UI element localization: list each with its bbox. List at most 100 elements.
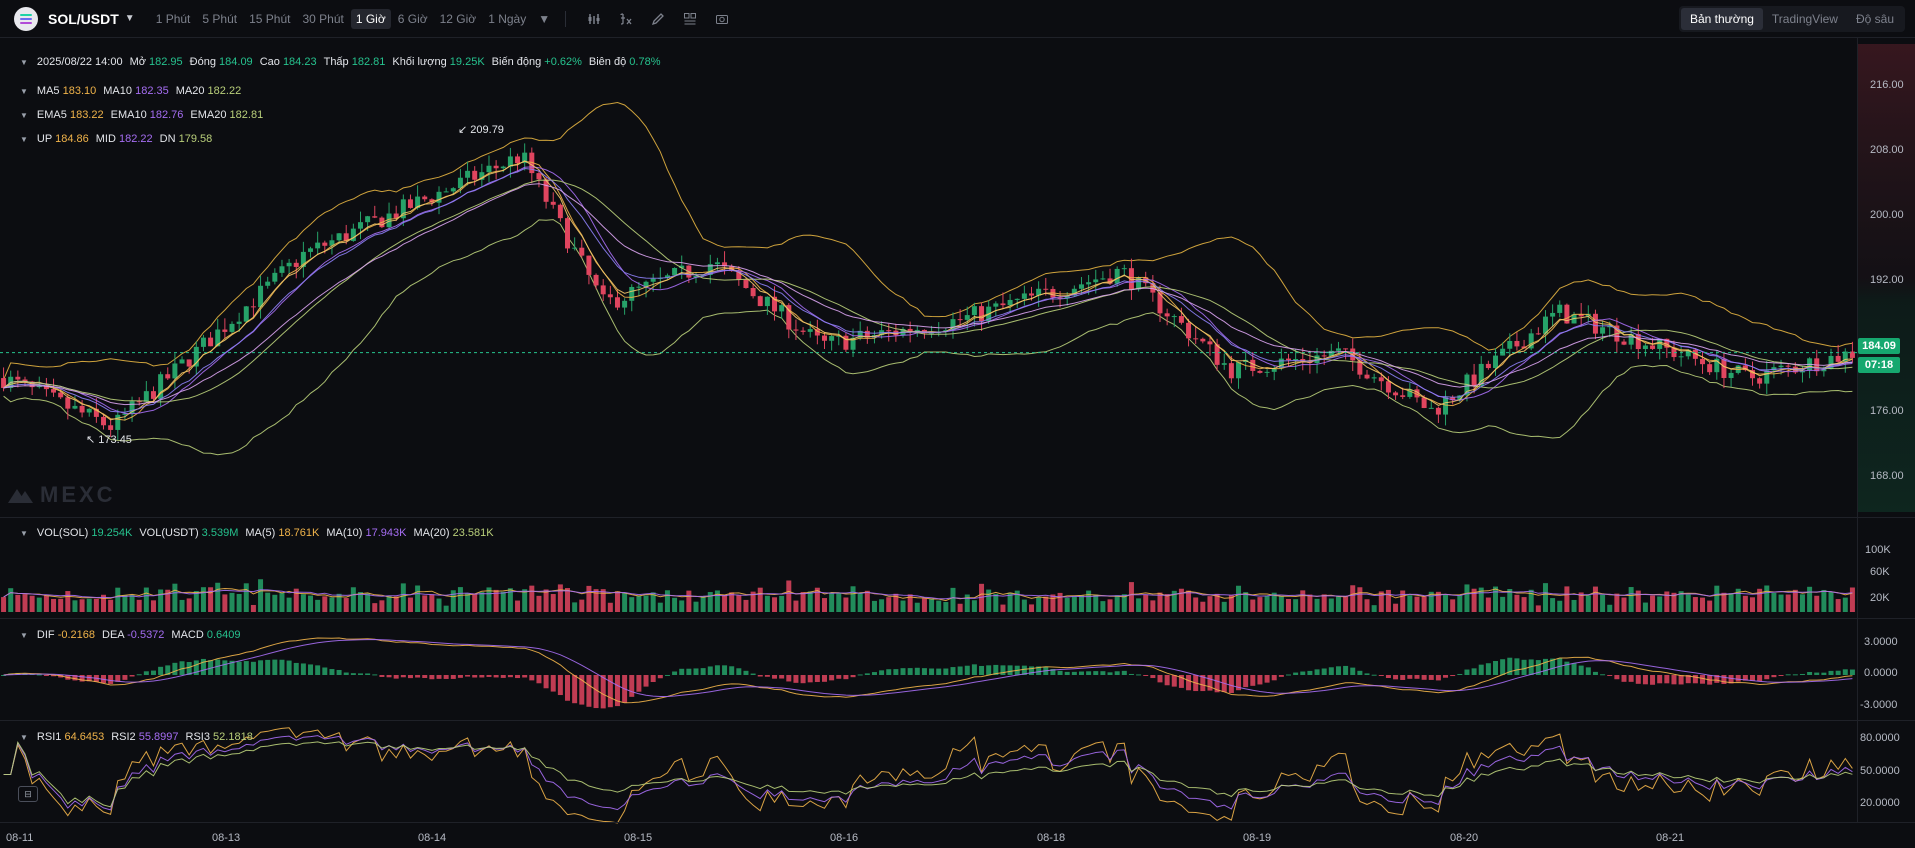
volume-bar: [1778, 594, 1784, 612]
macd-histogram-bar: [1542, 658, 1548, 675]
candle-body: [557, 204, 563, 219]
volume-bar: [1535, 605, 1541, 612]
collapse-caret-icon[interactable]: ▼: [20, 87, 28, 96]
collapse-caret-icon[interactable]: ▼: [20, 529, 28, 538]
rsi-legend[interactable]: ▼ RSI1 64.6453 RSI2 55.8997 RSI3 52.1818: [20, 731, 253, 743]
macd-histogram-bar: [1343, 665, 1349, 675]
volume-bar: [1450, 599, 1456, 612]
collapse-caret-icon[interactable]: ▼: [20, 111, 28, 120]
candle-body: [322, 242, 328, 246]
ma-legend[interactable]: ▼ MA5 183.10 MA10 182.35 MA20 182.22: [20, 85, 241, 97]
volume-bar: [250, 604, 256, 612]
macd-histogram-bar: [1086, 671, 1092, 675]
volume-legend[interactable]: ▼ VOL(SOL) 19.254K VOL(USDT) 3.539M MA(5…: [20, 527, 494, 539]
volume-bar: [686, 590, 692, 612]
candle-body: [1514, 340, 1520, 347]
volume-bar: [1278, 596, 1284, 612]
boll-legend[interactable]: ▼ UP 184.86 MID 182.22 DN 179.58: [20, 133, 212, 145]
volume-bar: [1600, 594, 1606, 612]
macd-legend[interactable]: ▼ DIF -0.2168 DEA -0.5372 MACD 0.6409: [20, 629, 241, 641]
volume-bar: [672, 597, 678, 612]
macd-histogram-bar: [764, 675, 770, 677]
macd-histogram-bar: [1671, 675, 1677, 685]
collapse-caret-icon[interactable]: ▼: [20, 58, 28, 67]
macd-histogram-bar: [1228, 675, 1234, 694]
candle-body: [1778, 365, 1784, 368]
exchange-watermark: MEXC: [8, 482, 116, 508]
macd-histogram-bar: [986, 665, 992, 675]
macd-histogram-bar: [800, 675, 806, 684]
candle-body: [650, 278, 656, 282]
candle-body: [1535, 333, 1541, 335]
macd-histogram-bar: [1385, 675, 1391, 679]
macd-histogram-bar: [1357, 670, 1363, 675]
volume-bar: [1064, 597, 1070, 612]
volume-bar: [871, 600, 877, 612]
screenshot-toggle-icon[interactable]: ⊟: [18, 786, 38, 802]
macd-histogram-bar: [1792, 674, 1798, 676]
macd-histogram-bar: [1657, 675, 1663, 684]
candle-body: [1257, 370, 1263, 373]
macd-value: 0.6409: [206, 629, 241, 641]
volume-bar: [65, 591, 71, 612]
watermark-text: MEXC: [40, 482, 116, 507]
candle-body: [1621, 341, 1627, 345]
volume-bar: [1100, 601, 1106, 612]
volume-bar: [22, 594, 28, 612]
volume-bar: [243, 583, 249, 612]
ma5-value: 183.10: [62, 85, 97, 97]
volume-bar: [1128, 582, 1134, 612]
collapse-caret-icon[interactable]: ▼: [20, 631, 28, 640]
candle-body: [165, 374, 171, 379]
volume-bar: [350, 587, 356, 612]
macd-histogram-bar: [1293, 672, 1299, 675]
collapse-caret-icon[interactable]: ▼: [20, 733, 28, 742]
macd-histogram-bar: [400, 675, 406, 678]
macd-histogram-bar: [793, 675, 799, 683]
pane-divider[interactable]: [0, 618, 1915, 619]
volume-bar: [821, 598, 827, 612]
macd-histogram-bar: [1842, 669, 1848, 675]
macd-histogram-bar: [672, 671, 678, 675]
candle-body: [1086, 282, 1092, 285]
candle-body: [258, 285, 264, 308]
candle-body: [1250, 359, 1256, 371]
macd-histogram-bar: [1514, 658, 1520, 675]
candle-body: [1650, 345, 1656, 349]
macd-histogram-bar: [971, 664, 977, 675]
volume-bar: [1707, 600, 1713, 612]
volume-bar: [1250, 599, 1256, 612]
volume-bar: [1521, 597, 1527, 612]
pane-divider[interactable]: [0, 720, 1915, 721]
candle-body: [979, 306, 985, 322]
candle-body: [1193, 338, 1199, 340]
volume-bar: [1785, 594, 1791, 612]
candle-body: [1485, 363, 1491, 369]
macd-histogram-bar: [586, 675, 592, 707]
volume-bar: [993, 593, 999, 612]
ema-legend[interactable]: ▼ EMA5 183.22 EMA10 182.76 EMA20 182.81: [20, 109, 263, 121]
volume-bar: [1193, 597, 1199, 612]
collapse-caret-icon[interactable]: ▼: [20, 135, 28, 144]
volume-bar: [1371, 605, 1377, 612]
candle-body: [1721, 358, 1727, 379]
candle-body: [407, 199, 413, 208]
volume-bar: [679, 600, 685, 612]
volume-bar: [222, 594, 228, 612]
volume-bar: [465, 593, 471, 612]
volume-bar: [1264, 595, 1270, 612]
candle-body: [365, 216, 371, 223]
volume-bar: [1799, 594, 1805, 612]
volume-bar: [1621, 597, 1627, 612]
volume-bar: [1321, 594, 1327, 612]
macd-histogram-bar: [543, 675, 549, 689]
macd-histogram-bar: [1264, 675, 1270, 683]
candle-body: [293, 262, 299, 267]
volume-bar: [1771, 592, 1777, 612]
pane-divider[interactable]: [0, 517, 1915, 518]
candle-body: [821, 335, 827, 341]
volume-bar: [1407, 595, 1413, 612]
volume-bar: [1178, 588, 1184, 612]
macd-histogram-bar: [1078, 671, 1084, 675]
macd-histogram-bar: [329, 669, 335, 675]
